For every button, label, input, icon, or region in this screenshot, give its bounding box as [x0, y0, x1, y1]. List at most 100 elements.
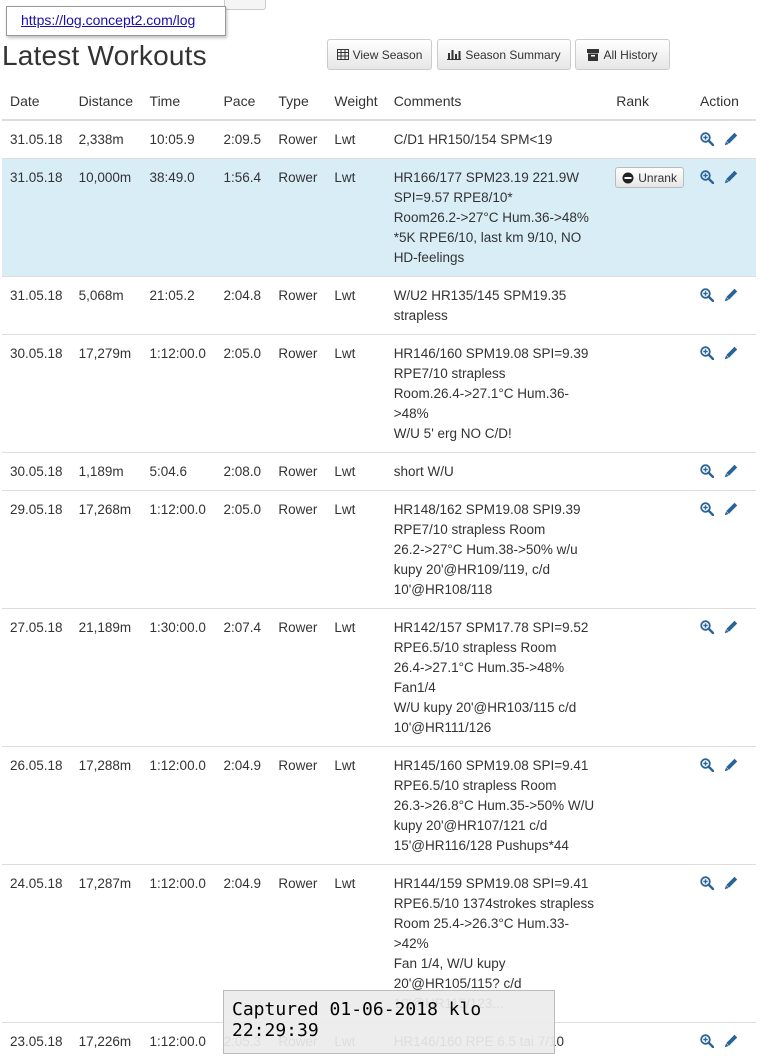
row-distance: 17,288m	[70, 746, 142, 865]
comment-line: 10'@HR108/118	[393, 582, 493, 597]
pencil-edit-icon[interactable]	[724, 876, 740, 892]
row-date: 26.05.18	[2, 746, 71, 865]
table-row: 27.05.18 21,189m 1:30:00.0 2:07.4 Rower Lwt HR…	[2, 608, 756, 747]
zoom-in-icon[interactable]	[700, 288, 716, 304]
comment-line: short W/U	[393, 464, 454, 479]
partially-hidden-button[interactable]	[224, 0, 266, 10]
row-weight: Lwt	[326, 452, 386, 491]
zoom-in-icon[interactable]	[700, 876, 716, 892]
row-rank	[608, 746, 692, 865]
comment-line: 10'@HR111/126	[393, 720, 492, 735]
pencil-edit-icon[interactable]	[724, 464, 740, 480]
row-comments: C/D1 HR150/154 SPM<19	[385, 119, 609, 159]
row-date: 31.05.18	[2, 119, 71, 159]
unrank-button[interactable]: Unrank	[615, 167, 684, 188]
row-weight: Lwt	[326, 608, 386, 747]
zoom-in-icon[interactable]	[700, 346, 716, 362]
pencil-edit-icon[interactable]	[724, 758, 740, 774]
zoom-in-icon[interactable]	[700, 502, 716, 518]
row-time: 1:12:00.0	[141, 746, 216, 865]
row-weight: Lwt	[326, 746, 386, 865]
row-actions	[691, 1022, 756, 1056]
pencil-edit-icon[interactable]	[724, 170, 740, 186]
pencil-edit-icon[interactable]	[724, 288, 740, 304]
all-history-button[interactable]: All History	[575, 39, 670, 70]
view-season-button[interactable]: View Season	[327, 39, 432, 70]
comment-line: HR142/157 SPM17.78 SPI=9.52	[393, 620, 589, 635]
row-date: 23.05.18	[2, 1022, 71, 1056]
comment-line: HR144/159 SPM19.08 SPI=9.41	[393, 876, 589, 891]
pencil-edit-icon[interactable]	[724, 346, 740, 362]
pencil-edit-icon[interactable]	[724, 620, 740, 636]
pencil-edit-icon[interactable]	[724, 132, 740, 148]
comment-line: HR148/162 SPM19.08 SPI9.39	[393, 502, 581, 517]
zoom-in-icon[interactable]	[700, 464, 716, 480]
zoom-in-icon[interactable]	[700, 1034, 716, 1050]
row-comments: short W/U	[385, 452, 609, 491]
row-rank	[608, 452, 692, 491]
table-header-row: Date Distance Time Pace Type Weight Comm…	[2, 83, 756, 121]
row-type: Rower	[270, 490, 327, 609]
row-distance: 5,068m	[70, 276, 142, 335]
row-pace: 2:04.8	[215, 276, 271, 335]
row-date: 30.05.18	[2, 452, 71, 491]
comment-line: Room 25.4->26.3°C Hum.33->42%	[393, 916, 570, 951]
row-type: Rower	[270, 276, 327, 335]
comment-line: 26.3->26.8°C Hum.35->50% W/U	[393, 798, 595, 813]
row-time: 1:12:00.0	[141, 490, 216, 609]
row-actions	[691, 334, 756, 453]
row-actions	[691, 158, 756, 277]
row-pace: 2:05.0	[215, 334, 271, 453]
workouts-table: Date Distance Time Pace Type Weight Comm…	[2, 83, 756, 1056]
row-type: Rower	[270, 746, 327, 865]
row-time: 1:12:00.0	[141, 1022, 216, 1056]
row-distance: 1,189m	[70, 452, 142, 491]
row-actions	[691, 746, 756, 865]
row-type: Rower	[270, 334, 327, 453]
row-rank	[608, 119, 692, 159]
zoom-in-icon[interactable]	[700, 620, 716, 636]
archive-box-icon	[587, 48, 600, 61]
row-pace: 2:04.9	[215, 746, 271, 865]
row-weight: Lwt	[326, 158, 386, 277]
row-distance: 17,287m	[70, 864, 142, 1023]
season-summary-button[interactable]: Season Summary	[437, 39, 571, 70]
table-row: 30.05.18 17,279m 1:12:00.0 2:05.0 Rower Lwt HR…	[2, 334, 756, 453]
row-distance: 17,268m	[70, 490, 142, 609]
row-comments: HR166/177 SPM23.19 221.9W SPI=9.57 RPE8/1…	[385, 158, 609, 277]
column-header-rank: Rank	[608, 83, 692, 121]
zoom-in-icon[interactable]	[700, 170, 716, 186]
pencil-edit-icon[interactable]	[724, 1034, 740, 1050]
zoom-in-icon[interactable]	[700, 132, 716, 148]
table-row: 26.05.18 17,288m 1:12:00.0 2:04.9 Rower Lwt HR…	[2, 746, 756, 865]
row-time: 1:12:00.0	[141, 864, 216, 1023]
comment-line: Fan 1/4, W/U kupy	[393, 956, 506, 971]
column-header-date: Date	[2, 83, 71, 121]
row-time: 5:04.6	[141, 452, 216, 491]
row-actions	[691, 452, 756, 491]
workouts-table-body: 31.05.18 2,338m 10:05.9 2:09.5 Rower Lwt C/D1 …	[2, 119, 756, 1056]
row-time: 1:12:00.0	[141, 334, 216, 453]
comment-line: kupy 20'@HR107/121 c/d	[393, 818, 548, 833]
comment-line: HD-feelings	[393, 250, 465, 265]
row-time: 1:30:00.0	[141, 608, 216, 747]
zoom-in-icon[interactable]	[700, 758, 716, 774]
row-comments: HR142/157 SPM17.78 SPI=9.52 RPE6.5/10 str…	[385, 608, 609, 747]
comment-line: C/D1 HR150/154 SPM<19	[393, 132, 553, 147]
row-time: 21:05.2	[141, 276, 216, 335]
comment-line: HR146/160 SPM19.08 SPI=9.39	[393, 346, 589, 361]
row-type: Rower	[270, 452, 327, 491]
row-pace: 2:08.0	[215, 452, 271, 491]
unrank-label: Unrank	[638, 170, 677, 185]
row-time: 10:05.9	[141, 119, 216, 159]
row-comments: HR145/160 SPM19.08 SPI=9.41 RPE6.5/10 str…	[385, 746, 609, 865]
comment-line: HR166/177 SPM23.19 221.9W	[393, 170, 580, 185]
comment-line: *5K RPE6/10, last km 9/10, NO	[393, 230, 582, 245]
row-weight: Lwt	[326, 119, 386, 159]
row-rank	[608, 334, 692, 453]
row-rank	[608, 608, 692, 747]
view-season-label: View Season	[352, 47, 423, 62]
pencil-edit-icon[interactable]	[724, 502, 740, 518]
row-pace: 2:05.0	[215, 490, 271, 609]
column-header-action: Action	[691, 83, 756, 121]
